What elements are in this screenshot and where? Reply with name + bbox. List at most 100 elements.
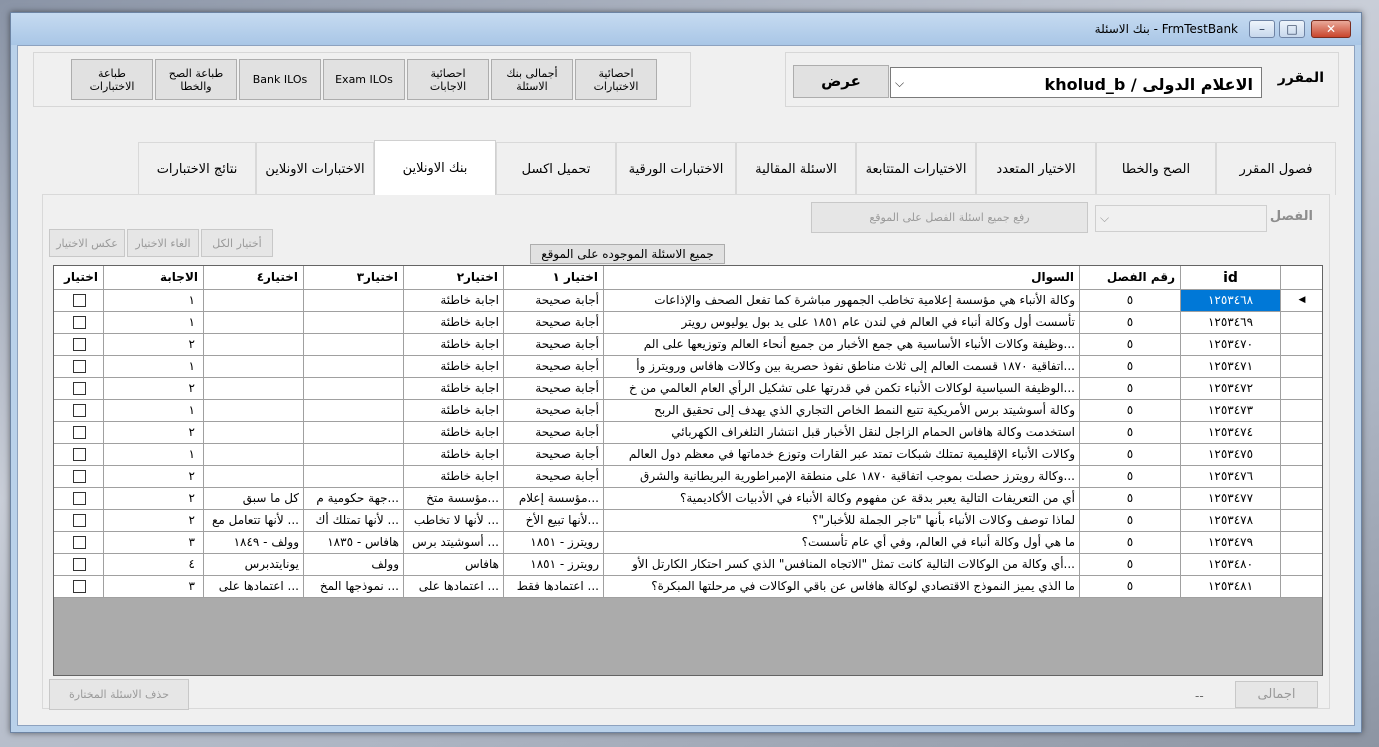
table-row[interactable]: ١٢٥٣٤٧٨ ٥ لماذا توصف وكالات الأنباء بأنها … — [54, 510, 1322, 532]
col-answer-cell[interactable]: ٢ — [104, 488, 204, 510]
row-header[interactable] — [1281, 576, 1322, 598]
col-id-cell[interactable]: ١٢٥٣٤٧٦ — [1181, 466, 1281, 488]
col-answer-cell[interactable]: ١ — [104, 400, 204, 422]
col-choice1-cell[interactable]: ...لأنها تبيع الأخ — [504, 510, 604, 532]
row-header[interactable] — [1281, 378, 1322, 400]
tab-online-bank[interactable]: بنك الاونلاين — [374, 140, 496, 195]
col-chapter-cell[interactable]: ٥ — [1080, 444, 1181, 466]
deselect-button[interactable]: الغاء الاختيار — [127, 229, 199, 257]
col-question-cell[interactable]: ما الذي يميز النموذج الاقتصادي لوكالة ها… — [604, 576, 1080, 598]
col-select-cell[interactable] — [54, 576, 104, 598]
col-choice1-cell[interactable]: رويترز - ١٨٥١ — [504, 532, 604, 554]
col-choice3-cell[interactable]: هافاس - ١٨٣٥ — [304, 532, 404, 554]
col-id-cell[interactable]: ١٢٥٣٤٧٨ — [1181, 510, 1281, 532]
col-id-cell[interactable]: ١٢٥٣٤٧٣ — [1181, 400, 1281, 422]
col-question-cell[interactable]: ...وكالة رويترز حصلت بموجب اتفاقية ١٨٧٠ … — [604, 466, 1080, 488]
all-questions-on-site-button[interactable]: جميع الاسئلة الموجوده على الموقع — [530, 244, 725, 264]
col-id-cell[interactable]: ١٢٥٣٤٧١ — [1181, 356, 1281, 378]
col-id-cell[interactable]: ١٢٥٣٤٨١ — [1181, 576, 1281, 598]
col-choice1-cell[interactable]: أجابة صحيحة — [504, 466, 604, 488]
col-id-cell[interactable]: ١٢٥٣٤٧٠ — [1181, 334, 1281, 356]
table-row[interactable]: ١٢٥٣٤٧٢ ٥ ...الوظيفة السياسية لوكالات الأن… — [54, 378, 1322, 400]
col-choice1-cell[interactable]: أجابة صحيحة — [504, 400, 604, 422]
col-choice1-cell[interactable]: رويترز - ١٨٥١ — [504, 554, 604, 576]
col-answer-cell[interactable]: ٤ — [104, 554, 204, 576]
col-choice2-cell[interactable]: اجابة خاطئة — [404, 356, 504, 378]
select-checkbox[interactable] — [73, 536, 86, 549]
col-choice4-cell[interactable] — [204, 290, 304, 312]
print-true-false-button[interactable]: طباعة الصح والخطا — [155, 59, 237, 100]
tab-course-chapters[interactable]: فصول المقرر — [1216, 142, 1336, 195]
col-choice1-cell[interactable]: أجابة صحيحة — [504, 334, 604, 356]
delete-selected-questions-button[interactable]: حذف الاسئلة المختارة — [49, 679, 189, 710]
col-choice2-cell[interactable]: اجابة خاطئة — [404, 378, 504, 400]
bank-ilos-button[interactable]: Bank ILOs — [239, 59, 321, 100]
col-id-header[interactable]: id — [1181, 266, 1281, 290]
col-choice2-header[interactable]: اختيار٢ — [404, 266, 504, 290]
col-select-cell[interactable] — [54, 466, 104, 488]
col-question-cell[interactable]: استخدمت وكالة هافاس الحمام الزاجل لنقل ا… — [604, 422, 1080, 444]
col-choice4-cell[interactable] — [204, 378, 304, 400]
col-choice1-cell[interactable]: ... اعتمادها فقط — [504, 576, 604, 598]
col-choice3-cell[interactable] — [304, 312, 404, 334]
col-choice2-cell[interactable]: اجابة خاطئة — [404, 444, 504, 466]
col-chapter-cell[interactable]: ٥ — [1080, 510, 1181, 532]
row-header[interactable]: ◀ — [1281, 290, 1322, 312]
col-choice4-cell[interactable] — [204, 334, 304, 356]
col-answer-cell[interactable]: ١ — [104, 356, 204, 378]
col-id-cell[interactable]: ١٢٥٣٤٧٥ — [1181, 444, 1281, 466]
exam-ilos-button[interactable]: Exam ILOs — [323, 59, 405, 100]
chevron-down-icon[interactable]: ⌵ — [895, 76, 904, 91]
col-choice2-cell[interactable]: اجابة خاطئة — [404, 290, 504, 312]
select-checkbox[interactable] — [73, 558, 86, 571]
table-row[interactable]: ١٢٥٣٤٧١ ٥ ...اتفاقية ١٨٧٠ قسمت العالم إلى … — [54, 356, 1322, 378]
col-choice4-cell[interactable]: يونايتدبرس — [204, 554, 304, 576]
table-row[interactable]: ١٢٥٣٤٨٠ ٥ ...أي وكالة من الوكالات التالية … — [54, 554, 1322, 576]
table-row[interactable]: ◀ ١٢٥٣٤٦٨ ٥ وكالة الأنباء هي مؤسسة إعلامية … — [54, 290, 1322, 312]
col-answer-cell[interactable]: ٢ — [104, 466, 204, 488]
col-choice2-cell[interactable]: ... أسوشيتد برس — [404, 532, 504, 554]
answer-stats-button[interactable]: احصائية الاجابات — [407, 59, 489, 100]
col-question-cell[interactable]: وكالة الأنباء هي مؤسسة إعلامية تخاطب الج… — [604, 290, 1080, 312]
col-choice2-cell[interactable]: هافاس — [404, 554, 504, 576]
col-id-cell[interactable]: ١٢٥٣٤٧٧ — [1181, 488, 1281, 510]
col-question-cell[interactable]: ...وظيفة وكالات الأنباء الأساسية هي جمع … — [604, 334, 1080, 356]
col-choice2-cell[interactable]: اجابة خاطئة — [404, 312, 504, 334]
tab-exam-results[interactable]: نتائج الاختبارات — [138, 142, 256, 195]
tab-paper-exams[interactable]: الاختبارات الورقية — [616, 142, 736, 195]
col-answer-cell[interactable]: ١ — [104, 290, 204, 312]
table-row[interactable]: ١٢٥٣٤٧٧ ٥ أي من التعريفات التالية يعبر بدق… — [54, 488, 1322, 510]
col-question-cell[interactable]: ...أي وكالة من الوكالات التالية كانت تمث… — [604, 554, 1080, 576]
col-choice4-cell[interactable] — [204, 400, 304, 422]
col-question-cell[interactable]: وكالات الأنباء الإقليمية تمتلك شبكات تمت… — [604, 444, 1080, 466]
tab-excel-upload[interactable]: تحميل اكسل — [496, 142, 616, 195]
row-header[interactable] — [1281, 554, 1322, 576]
col-select-cell[interactable] — [54, 554, 104, 576]
tab-sequential-choices[interactable]: الاختيارات المتتابعة — [856, 142, 976, 195]
col-choice3-header[interactable]: اختيار٣ — [304, 266, 404, 290]
col-choice1-cell[interactable]: أجابة صحيحة — [504, 356, 604, 378]
col-chapter-cell[interactable]: ٥ — [1080, 422, 1181, 444]
col-choice1-cell[interactable]: أجابة صحيحة — [504, 312, 604, 334]
col-choice2-cell[interactable]: اجابة خاطئة — [404, 334, 504, 356]
col-id-cell[interactable]: ١٢٥٣٤٧٩ — [1181, 532, 1281, 554]
total-button[interactable]: اجمالى — [1235, 681, 1318, 708]
print-exams-button[interactable]: طباعة الاختبارات — [71, 59, 153, 100]
col-select-cell[interactable] — [54, 444, 104, 466]
table-row[interactable]: ١٢٥٣٤٨١ ٥ ما الذي يميز النموذج الاقتصادي ل… — [54, 576, 1322, 598]
col-select-cell[interactable] — [54, 422, 104, 444]
col-choice3-cell[interactable]: ... لأنها تمتلك أك — [304, 510, 404, 532]
col-choice4-cell[interactable]: وولف - ١٨٤٩ — [204, 532, 304, 554]
show-button[interactable]: عرض — [793, 65, 889, 98]
col-choice1-cell[interactable]: ...مؤسسة إعلام — [504, 488, 604, 510]
col-choice4-header[interactable]: اختيار٤ — [204, 266, 304, 290]
col-id-cell[interactable]: ١٢٥٣٤٦٩ — [1181, 312, 1281, 334]
col-chapter-cell[interactable]: ٥ — [1080, 576, 1181, 598]
row-header[interactable] — [1281, 334, 1322, 356]
table-row[interactable]: ١٢٥٣٤٧٥ ٥ وكالات الأنباء الإقليمية تمتلك ش… — [54, 444, 1322, 466]
col-choice3-cell[interactable] — [304, 334, 404, 356]
col-chapter-cell[interactable]: ٥ — [1080, 488, 1181, 510]
table-row[interactable]: ١٢٥٣٤٧٤ ٥ استخدمت وكالة هافاس الحمام الزاج… — [54, 422, 1322, 444]
col-chapter-cell[interactable]: ٥ — [1080, 378, 1181, 400]
col-choice1-header[interactable]: اختيار ١ — [504, 266, 604, 290]
